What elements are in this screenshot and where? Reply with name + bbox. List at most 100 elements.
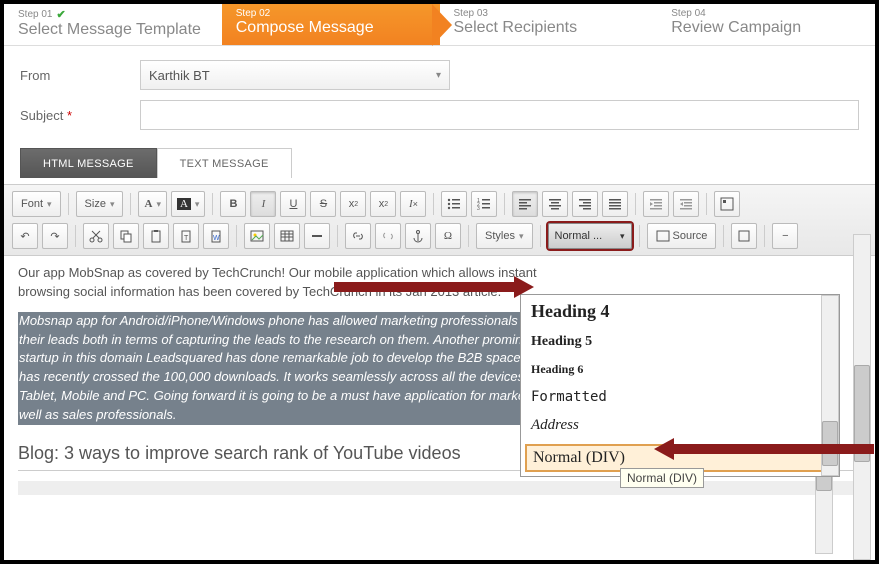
step-4[interactable]: Step 04 Review Campaign xyxy=(657,4,875,45)
chevron-icon xyxy=(432,4,460,46)
format-tooltip: Normal (DIV) xyxy=(620,468,704,488)
step-label: Select Message Template xyxy=(18,21,208,39)
link-button[interactable] xyxy=(345,223,371,249)
format-option-h4[interactable]: Heading 4 xyxy=(521,295,839,328)
campaign-form: From Karthik BT ▾ Subject * HTML MESSAGE… xyxy=(4,46,875,184)
from-label: From xyxy=(20,68,140,83)
outdent-icon xyxy=(649,197,663,211)
page-scrollbar[interactable] xyxy=(853,234,871,560)
format-option-h5[interactable]: Heading 5 xyxy=(521,328,839,356)
copy-icon xyxy=(119,229,133,243)
italic-button[interactable]: I xyxy=(250,191,276,217)
clear-format-button[interactable]: I× xyxy=(400,191,426,217)
source-button[interactable]: Source xyxy=(647,223,717,249)
annotation-arrow-left xyxy=(334,274,534,300)
svg-text:3: 3 xyxy=(477,206,480,211)
subscript-button[interactable]: x2 xyxy=(340,191,366,217)
paste-word-button[interactable]: W xyxy=(203,223,229,249)
indent-icon xyxy=(679,197,693,211)
align-right-icon xyxy=(578,197,592,211)
svg-text:T: T xyxy=(184,235,189,242)
align-right-button[interactable] xyxy=(572,191,598,217)
anchor-icon xyxy=(411,229,425,243)
align-left-icon xyxy=(518,197,532,211)
anchor-button[interactable] xyxy=(405,223,431,249)
blocks-icon xyxy=(720,197,734,211)
step-3[interactable]: Step 03 Select Recipients xyxy=(440,4,658,45)
from-value: Karthik BT xyxy=(149,68,210,83)
image-button[interactable] xyxy=(244,223,270,249)
source-icon xyxy=(656,229,670,243)
step-num: Step 04 xyxy=(671,8,861,19)
align-justify-button[interactable] xyxy=(602,191,628,217)
svg-text:W: W xyxy=(213,235,220,242)
collapse-toolbar-button[interactable]: − xyxy=(772,223,798,249)
subject-label: Subject * xyxy=(20,108,140,123)
strikethrough-button[interactable]: S xyxy=(310,191,336,217)
align-center-button[interactable] xyxy=(542,191,568,217)
styles-combo[interactable]: Styles▾ xyxy=(476,223,533,249)
align-justify-icon xyxy=(608,197,622,211)
scissors-icon xyxy=(89,229,103,243)
unlink-icon xyxy=(381,229,395,243)
step-num: Step 03 xyxy=(454,8,644,19)
paste-text-button[interactable]: T xyxy=(173,223,199,249)
step-1[interactable]: Step 01 ✔ Select Message Template xyxy=(4,4,222,45)
step-label: Review Campaign xyxy=(671,19,861,37)
font-combo[interactable]: Font▾ xyxy=(12,191,61,217)
step-2[interactable]: Step 02 Compose Message xyxy=(222,4,440,45)
step-wizard: Step 01 ✔ Select Message Template Step 0… xyxy=(4,4,875,46)
cut-button[interactable] xyxy=(83,223,109,249)
unlink-button[interactable] xyxy=(375,223,401,249)
redo-button[interactable]: ↷ xyxy=(42,223,68,249)
special-char-button[interactable]: Ω xyxy=(435,223,461,249)
tab-text[interactable]: TEXT MESSAGE xyxy=(157,148,292,178)
table-button[interactable] xyxy=(274,223,300,249)
step-label: Select Recipients xyxy=(454,19,644,37)
numbered-list-icon: 123 xyxy=(477,197,491,211)
hr-button[interactable] xyxy=(304,223,330,249)
outdent-button[interactable] xyxy=(643,191,669,217)
bullet-list-icon xyxy=(447,197,461,211)
check-icon: ✔ xyxy=(56,8,65,21)
undo-button[interactable]: ↶ xyxy=(12,223,38,249)
bold-button[interactable]: B xyxy=(220,191,246,217)
format-option-h6[interactable]: Heading 6 xyxy=(521,356,839,383)
editor-tabs: HTML MESSAGE TEXT MESSAGE xyxy=(20,148,859,178)
paste-icon xyxy=(149,229,163,243)
paste-word-icon: W xyxy=(209,229,223,243)
show-blocks-button[interactable] xyxy=(714,191,740,217)
text-color-button[interactable]: A▾ xyxy=(138,191,166,217)
image-icon xyxy=(250,229,264,243)
subject-input[interactable] xyxy=(140,100,859,130)
underline-button[interactable]: U xyxy=(280,191,306,217)
content-block xyxy=(18,481,861,495)
annotation-arrow-right xyxy=(654,436,874,462)
chevron-down-icon: ▾ xyxy=(436,70,441,81)
highlight-color-button[interactable]: A▾ xyxy=(171,191,205,217)
selected-paragraph: Mobsnap app for Android/iPhone/Windows p… xyxy=(18,312,582,425)
bullet-list-button[interactable] xyxy=(441,191,467,217)
step-num: Step 01 xyxy=(18,9,52,20)
format-option-formatted[interactable]: Formatted xyxy=(521,383,839,411)
numbered-list-button[interactable]: 123 xyxy=(471,191,497,217)
indent-button[interactable] xyxy=(673,191,699,217)
from-select[interactable]: Karthik BT ▾ xyxy=(140,60,450,90)
step-num: Step 02 xyxy=(236,8,426,19)
paste-text-icon: T xyxy=(179,229,193,243)
tab-html[interactable]: HTML MESSAGE xyxy=(20,148,157,178)
step-label: Compose Message xyxy=(236,19,426,37)
size-combo[interactable]: Size▾ xyxy=(76,191,124,217)
copy-button[interactable] xyxy=(113,223,139,249)
superscript-button[interactable]: x2 xyxy=(370,191,396,217)
paste-button[interactable] xyxy=(143,223,169,249)
maximize-icon xyxy=(737,229,751,243)
align-center-icon xyxy=(548,197,562,211)
format-combo[interactable]: Normal ...▾ xyxy=(548,223,632,249)
editor-toolbar: Font▾ Size▾ A▾ A▾ B I U S x2 x2 I× 123 xyxy=(4,185,875,256)
table-icon xyxy=(280,229,294,243)
maximize-button[interactable] xyxy=(731,223,757,249)
align-left-button[interactable] xyxy=(512,191,538,217)
link-icon xyxy=(351,229,365,243)
hr-icon xyxy=(310,229,324,243)
